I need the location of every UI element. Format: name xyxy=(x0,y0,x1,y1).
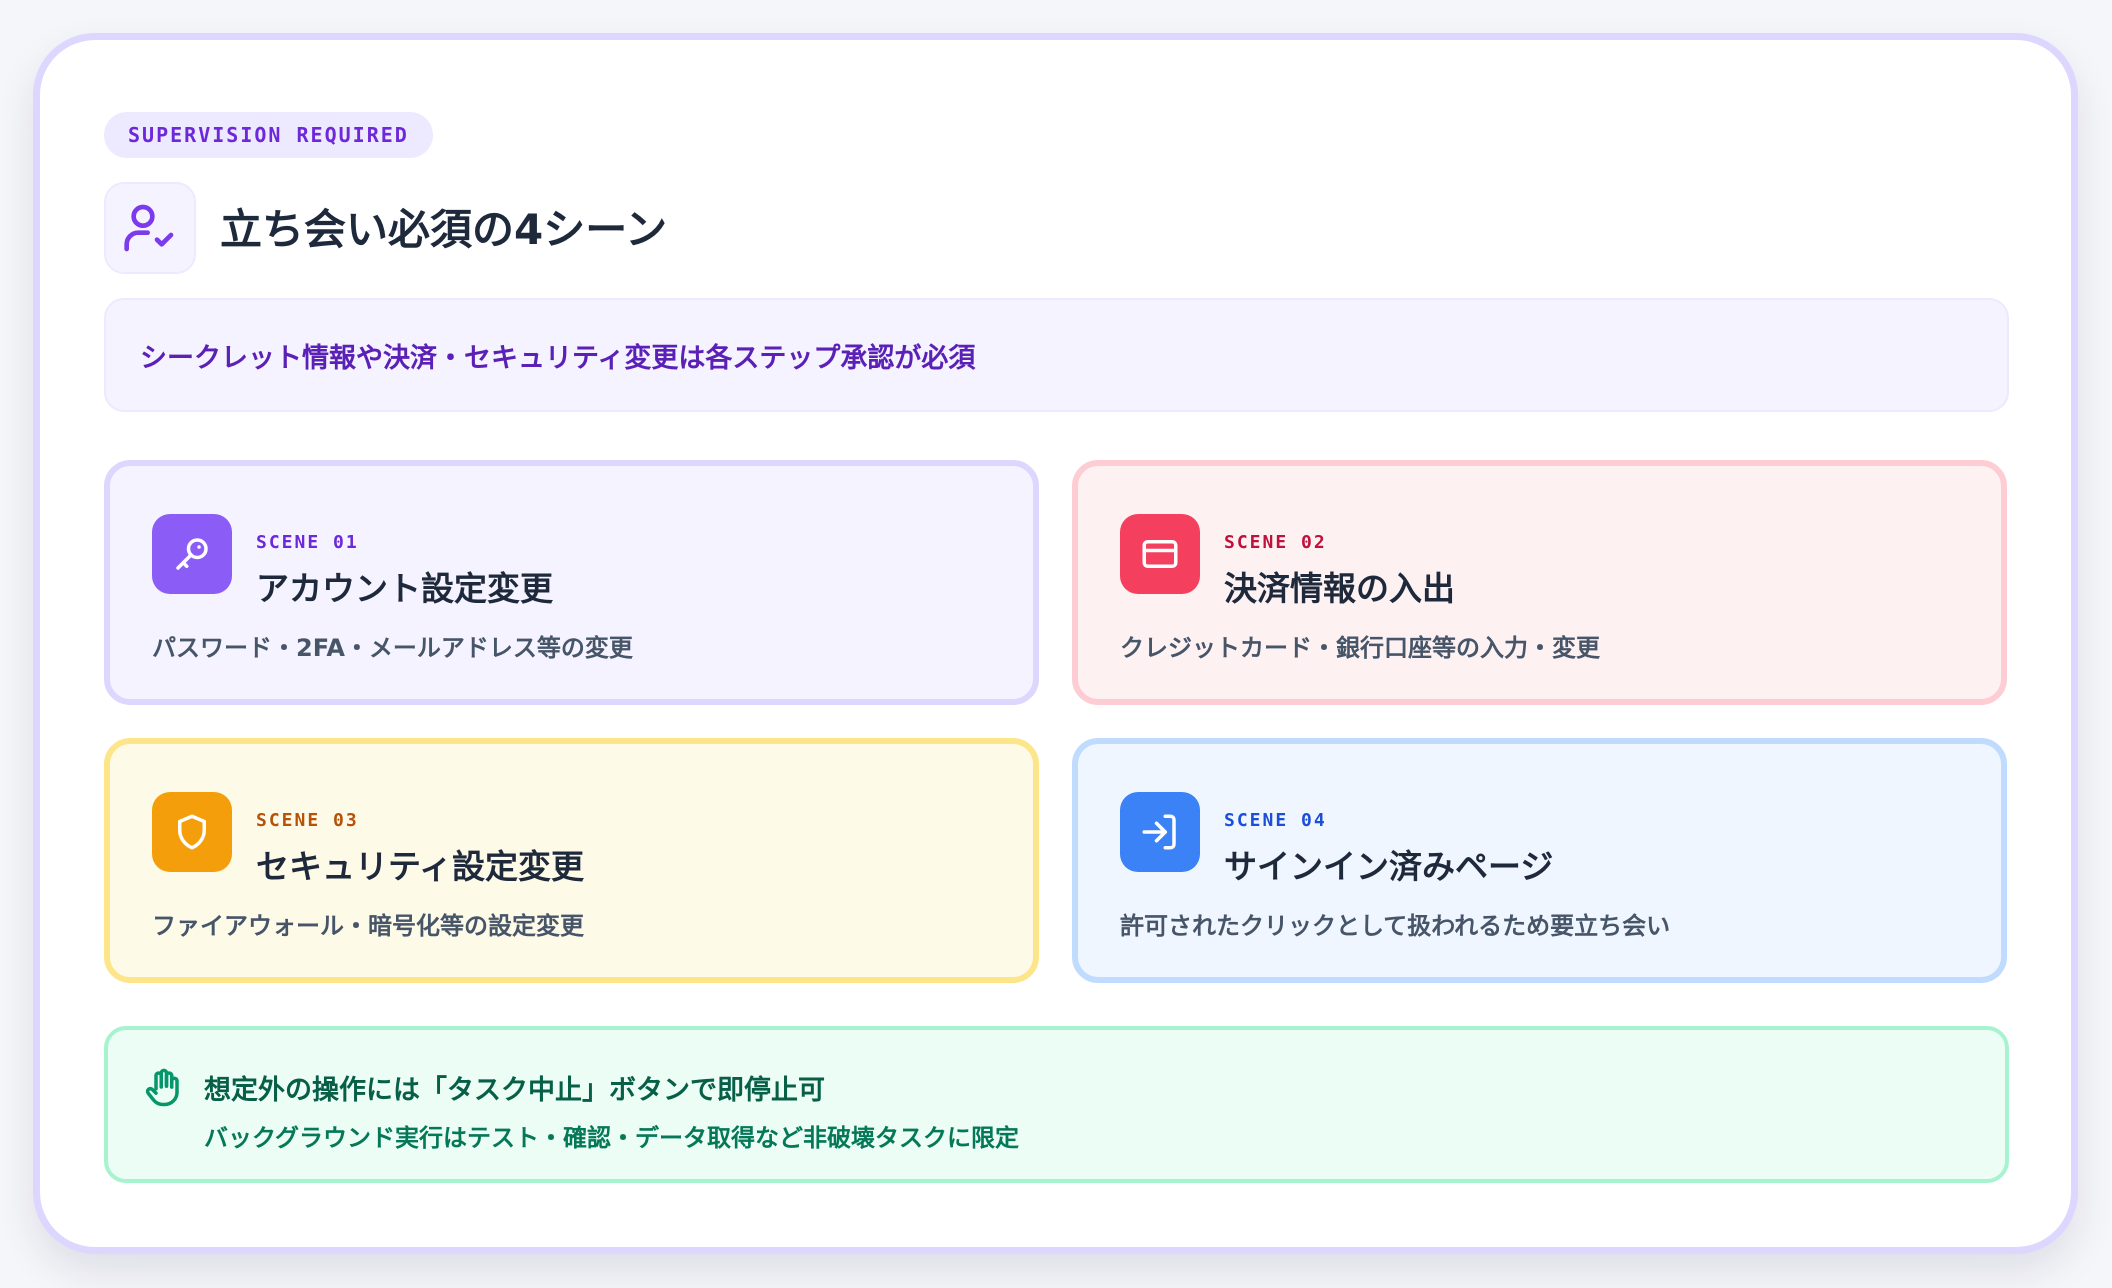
scene-card-security-settings: SCENE 03 セキュリティ設定変更 ファイアウォール・暗号化等の設定変更 xyxy=(104,738,1039,983)
scene-label: SCENE 04 xyxy=(1224,810,1327,831)
scene-title: セキュリティ設定変更 xyxy=(256,847,585,886)
stop-task-note-title: 想定外の操作には「タスク中止」ボタンで即停止可 xyxy=(204,1075,825,1106)
key-icon xyxy=(152,514,232,594)
page-title: 立ち会い必須の4シーン xyxy=(220,205,668,254)
scene-title: アカウント設定変更 xyxy=(256,569,553,608)
scene-label: SCENE 01 xyxy=(256,532,359,553)
supervision-badge: SUPERVISION REQUIRED xyxy=(104,112,433,158)
scene-card-payment-info: SCENE 02 決済情報の入出 クレジットカード・銀行口座等の入力・変更 xyxy=(1072,460,2007,705)
hand-stop-icon xyxy=(142,1066,184,1112)
scene-title: サインイン済みページ xyxy=(1224,847,1554,886)
credit-card-icon xyxy=(1120,514,1200,594)
stop-task-note-subtitle: バックグラウンド実行はテスト・確認・データ取得など非破壊タスクに限定 xyxy=(204,1124,1020,1152)
scene-description: ファイアウォール・暗号化等の設定変更 xyxy=(152,912,584,940)
shield-icon xyxy=(152,792,232,872)
sign-in-icon xyxy=(1120,792,1200,872)
scene-description: クレジットカード・銀行口座等の入力・変更 xyxy=(1120,634,1600,662)
scene-card-account-settings: SCENE 01 アカウント設定変更 パスワード・2FA・メールアドレス等の変更 xyxy=(104,460,1039,705)
scene-card-signed-in-pages: SCENE 04 サインイン済みページ 許可されたクリックとして扱われるため要立… xyxy=(1072,738,2007,983)
approval-notice-text: シークレット情報や決済・セキュリティ変更は各ステップ承認が必須 xyxy=(140,342,976,374)
scene-label: SCENE 03 xyxy=(256,810,359,831)
scene-description: 許可されたクリックとして扱われるため要立ち会い xyxy=(1120,912,1671,940)
user-check-icon xyxy=(104,182,196,274)
scene-description: パスワード・2FA・メールアドレス等の変更 xyxy=(152,634,633,662)
approval-notice: シークレット情報や決済・セキュリティ変更は各ステップ承認が必須 xyxy=(104,298,2009,412)
stop-task-note: 想定外の操作には「タスク中止」ボタンで即停止可 バックグラウンド実行はテスト・確… xyxy=(104,1026,2009,1183)
scene-label: SCENE 02 xyxy=(1224,532,1327,553)
scene-title: 決済情報の入出 xyxy=(1224,569,1455,608)
